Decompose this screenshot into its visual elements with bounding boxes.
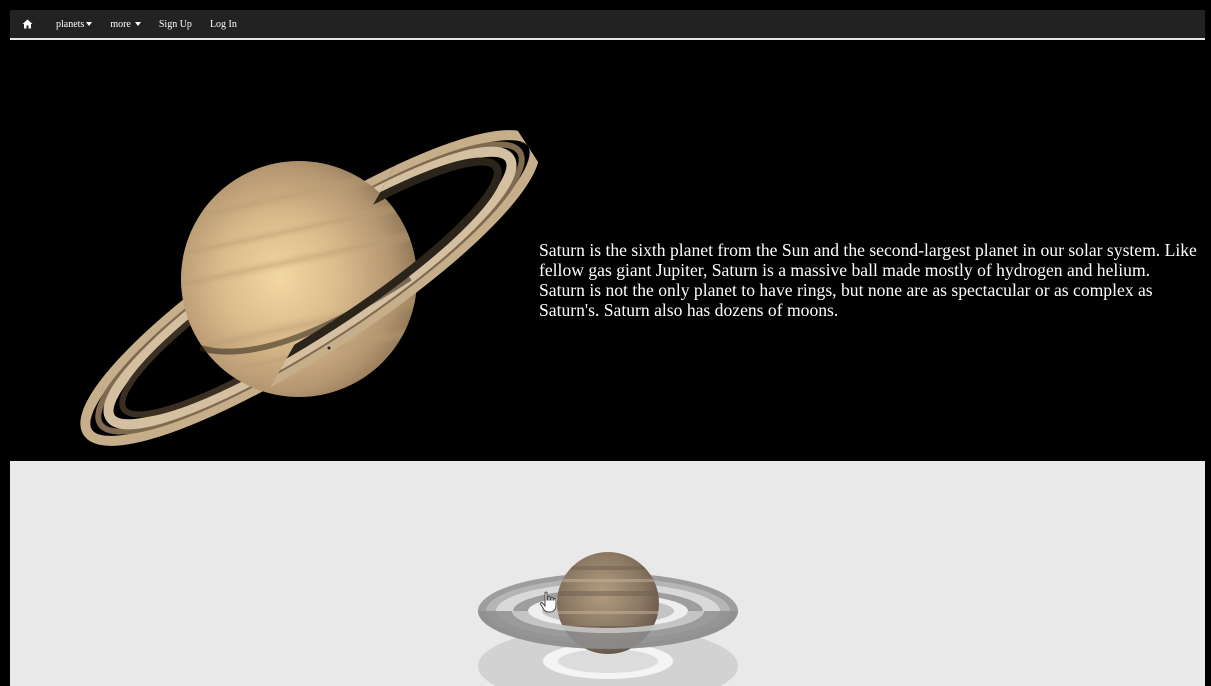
top-navbar: planets more Sign Up Log In (10, 10, 1205, 40)
right-edge (1205, 461, 1211, 686)
saturn-image (80, 130, 540, 446)
nav-planets-label: planets (56, 18, 85, 30)
home-icon (22, 19, 33, 29)
nav-sign-up-link[interactable]: Sign Up (150, 19, 201, 30)
nav-planets-dropdown[interactable]: planets (47, 19, 101, 30)
nav-more-dropdown[interactable]: more (101, 19, 150, 30)
nav-sign-up-label: Sign Up (158, 18, 192, 30)
nav-log-in-link[interactable]: Log In (201, 19, 246, 30)
saturn-3d-model[interactable] (10, 461, 1205, 686)
home-link[interactable] (10, 19, 43, 29)
saturn-description: Saturn is the sixth planet from the Sun … (539, 240, 1197, 320)
page-frame: planets more Sign Up Log In Saturn is th… (0, 0, 1211, 686)
hero-section: Saturn is the sixth planet from the Sun … (10, 48, 1205, 461)
chevron-down-icon (86, 22, 93, 26)
chevron-down-icon (134, 22, 141, 26)
nav-log-in-label: Log In (209, 18, 237, 30)
nav-more-label: more (110, 18, 131, 30)
saturn-3d-viewer[interactable] (10, 461, 1205, 686)
